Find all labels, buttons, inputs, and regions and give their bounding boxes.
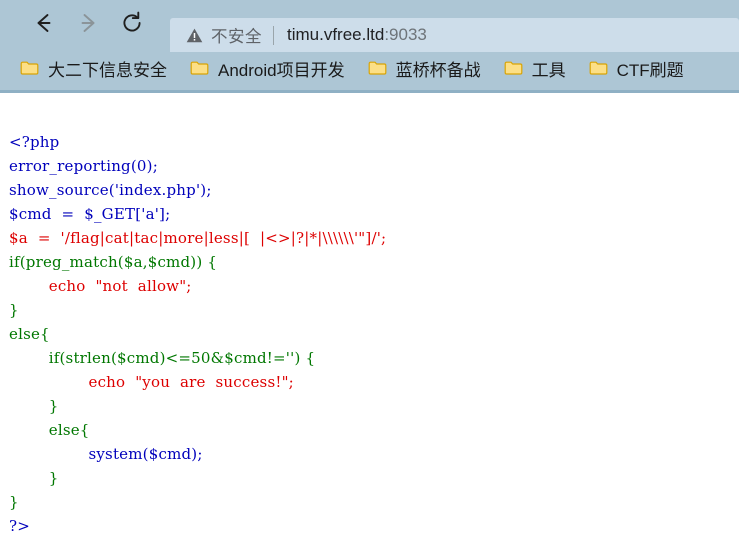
bookmark-item[interactable]: 蓝桥杯备战 [362, 53, 487, 84]
code-line: } [9, 469, 59, 487]
warning-triangle-icon [186, 27, 203, 44]
php-source-listing: <?php error_reporting(0); show_source('i… [9, 106, 739, 537]
bookmark-item[interactable]: 大二下信息安全 [14, 53, 173, 84]
code-line: system($cmd); [9, 445, 203, 463]
code-line: $cmd = $_GET['a']; [9, 205, 171, 223]
code-line: } [9, 493, 19, 511]
bookmark-label: Android项目开发 [218, 60, 345, 80]
security-label: 不安全 [211, 28, 262, 46]
forward-button[interactable] [66, 5, 110, 41]
site-security-chip[interactable]: 不安全 [186, 23, 262, 47]
code-line: else{ [9, 325, 50, 343]
address-bar[interactable]: 不安全 timu.vfree.ltd:9033 [170, 18, 739, 52]
back-button[interactable] [22, 5, 66, 41]
folder-icon [504, 60, 523, 76]
folder-icon [20, 60, 39, 76]
code-line: } [9, 397, 59, 415]
code-line: } [9, 301, 19, 319]
arrow-left-icon [29, 8, 59, 38]
code-line: else{ [9, 421, 90, 439]
bookmark-label: CTF刷题 [616, 60, 684, 80]
arrow-right-icon [73, 8, 103, 38]
code-line: if(strlen($cmd)<=50&$cmd!='') { [9, 349, 316, 367]
code-line: ?> [9, 517, 31, 535]
bookmark-item[interactable]: 工具 [498, 53, 572, 84]
code-line: if(preg_match($a,$cmd)) { [9, 253, 218, 271]
bookmark-label: 大二下信息安全 [48, 60, 167, 80]
omnibox-separator [273, 25, 274, 45]
browser-toolbar: 不安全 timu.vfree.ltd:9033 [0, 0, 739, 52]
page-content: <?php error_reporting(0); show_source('i… [0, 93, 739, 537]
code-line: echo "not allow"; [9, 277, 192, 295]
reload-icon [117, 8, 147, 38]
bookmark-label: 蓝桥杯备战 [395, 60, 481, 80]
code-line: error_reporting(0); [9, 157, 158, 175]
folder-icon [190, 60, 209, 76]
url-port: :9033 [384, 25, 427, 44]
code-line: $a = '/flag|cat|tac|more|less|[ |<>|?|*|… [9, 229, 387, 247]
browser-chrome: 不安全 timu.vfree.ltd:9033 大二下信息安全 Android项… [0, 0, 739, 93]
bookmarks-bar: 大二下信息安全 Android项目开发 蓝桥杯备战 工具 CTF刷题 [0, 46, 739, 90]
reload-button[interactable] [110, 5, 154, 41]
bookmark-item[interactable]: CTF刷题 [583, 53, 690, 84]
code-line: echo "you are success!"; [9, 373, 294, 391]
bookmark-label: 工具 [531, 60, 566, 80]
url-host: timu.vfree.ltd [287, 25, 385, 44]
folder-icon [589, 60, 608, 76]
code-line: show_source('index.php'); [9, 181, 212, 199]
url-display: timu.vfree.ltd:9033 [287, 25, 427, 45]
bookmark-item[interactable]: Android项目开发 [184, 53, 351, 84]
code-line: <?php [9, 133, 60, 151]
folder-icon [368, 60, 387, 76]
